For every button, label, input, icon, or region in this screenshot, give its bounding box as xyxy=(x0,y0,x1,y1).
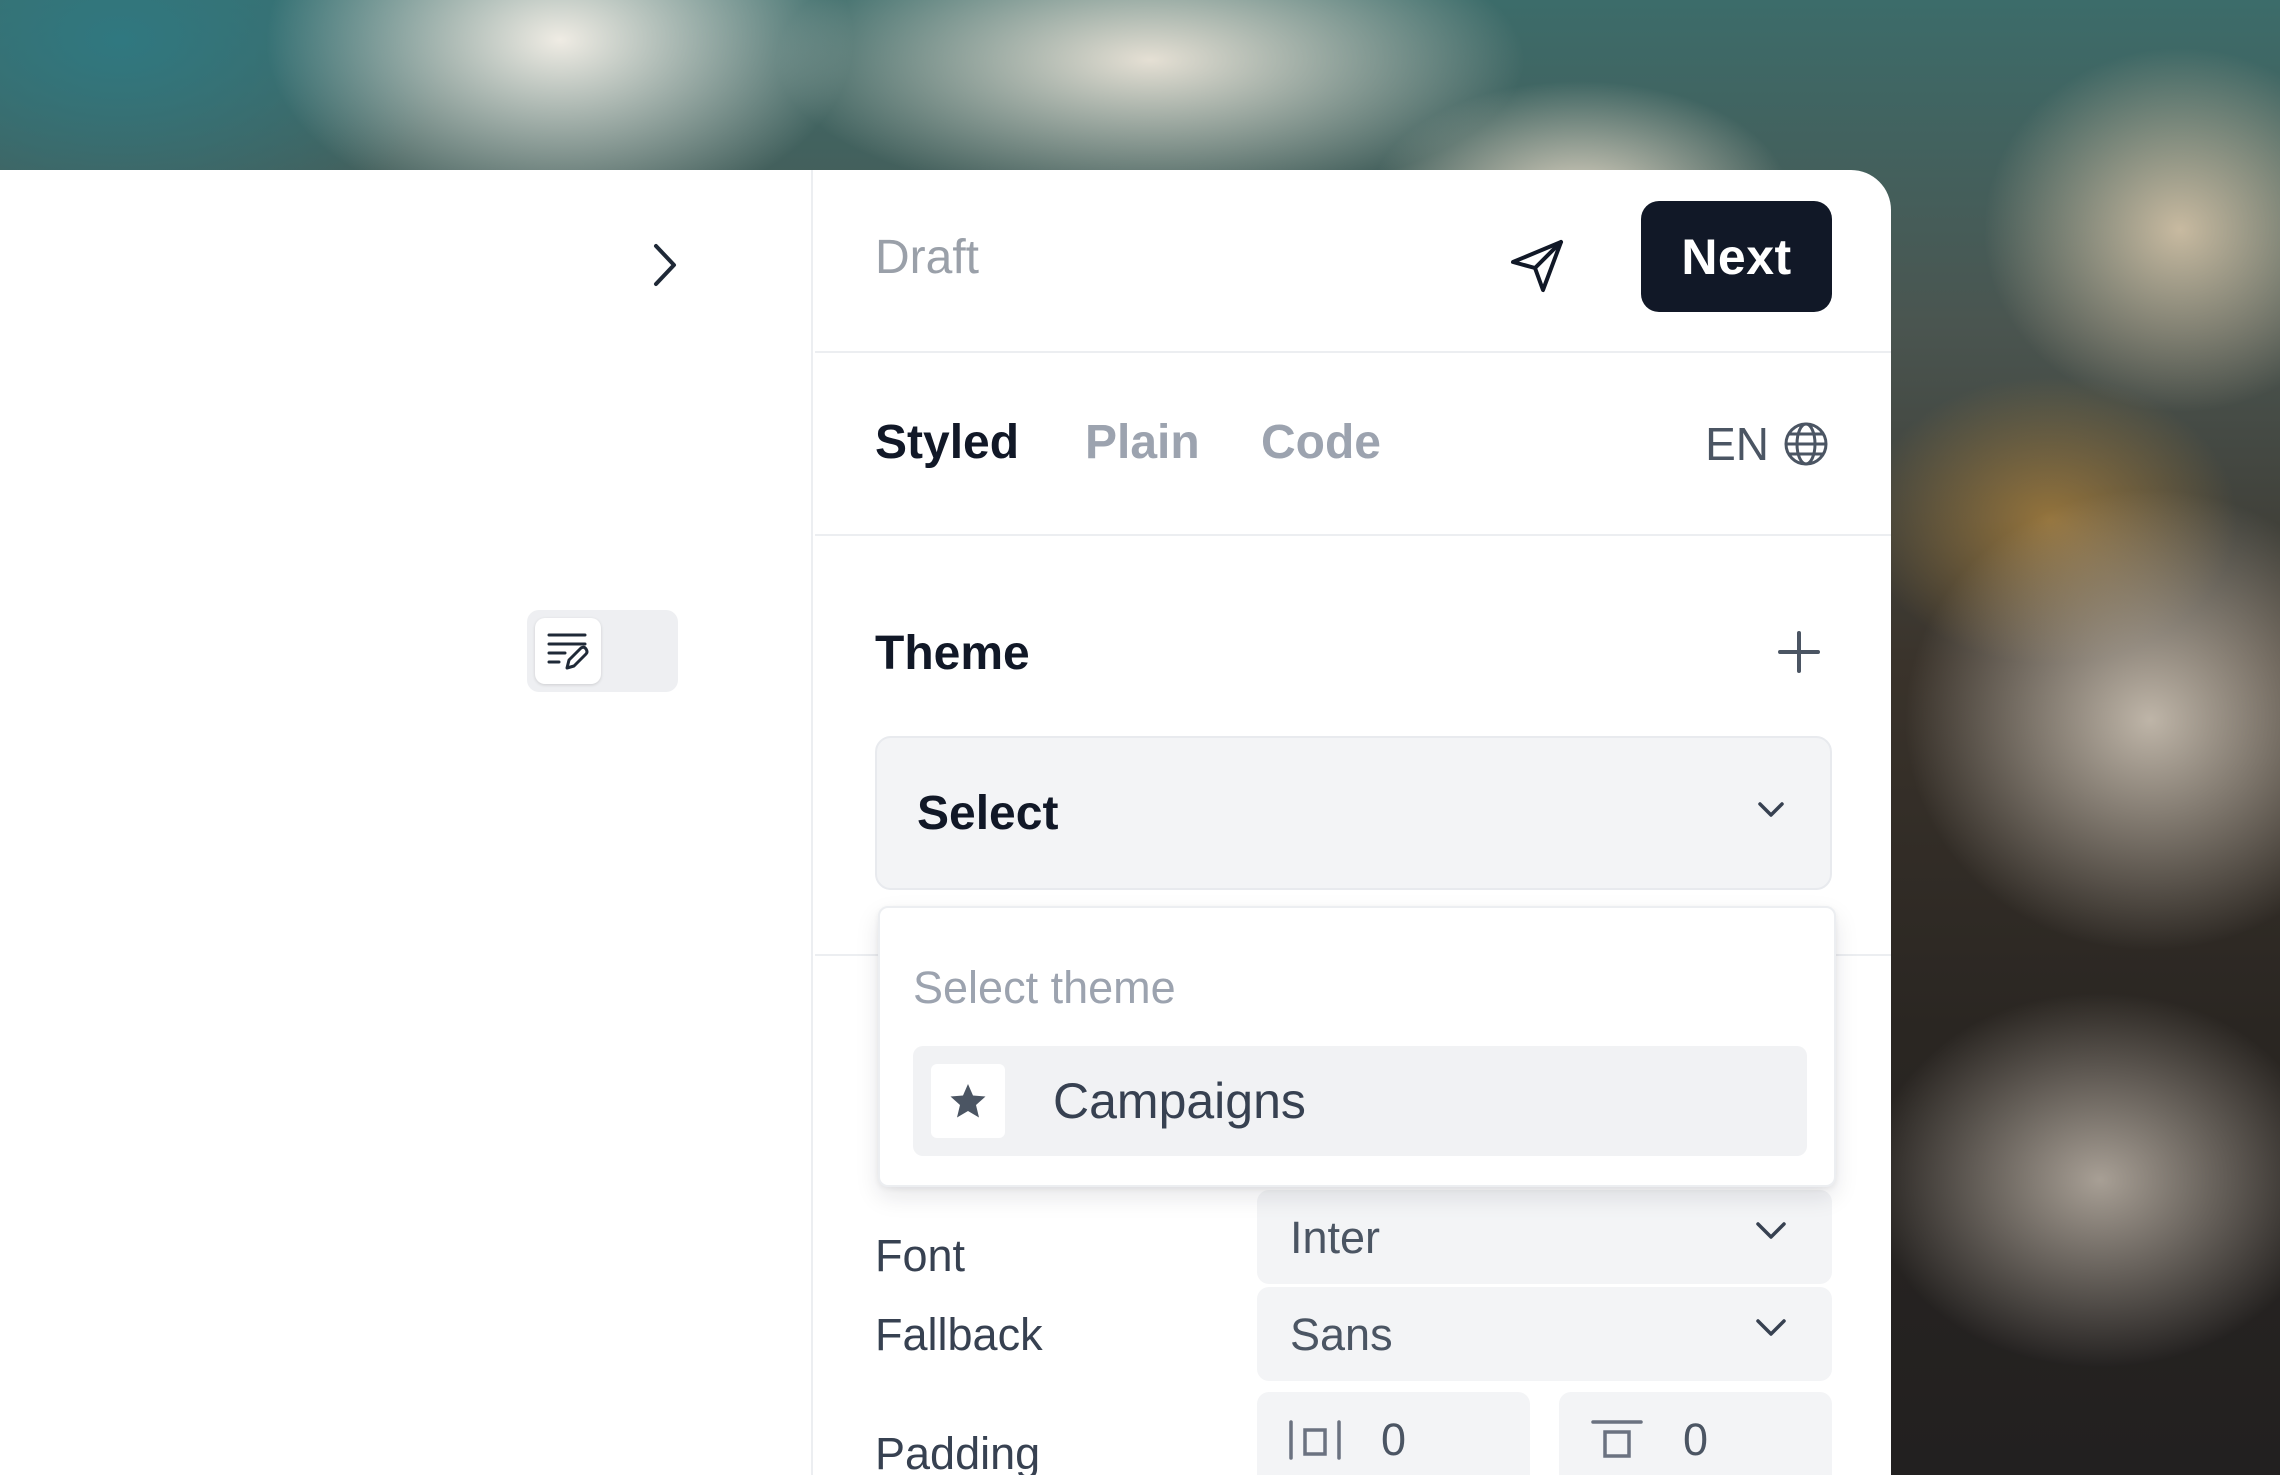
theme-popover: Select theme Campaigns xyxy=(878,906,1836,1187)
padding-vertical-icon xyxy=(1591,1420,1643,1458)
tab-plain[interactable]: Plain xyxy=(1085,415,1200,470)
expand-chevron-icon[interactable] xyxy=(648,240,682,290)
draft-status: Draft xyxy=(875,231,980,284)
font-value: Inter xyxy=(1290,1212,1381,1263)
view-tabs: Styled Plain Code EN xyxy=(815,353,1891,536)
star-icon xyxy=(931,1064,1005,1138)
theme-option-campaigns[interactable]: Campaigns xyxy=(913,1046,1807,1156)
top-bar: Draft Next xyxy=(815,170,1891,353)
send-icon[interactable] xyxy=(1505,234,1569,298)
padding-vertical-value: 0 xyxy=(1683,1414,1709,1465)
tab-code[interactable]: Code xyxy=(1261,415,1381,470)
padding-vertical-input[interactable]: 0 xyxy=(1559,1392,1832,1475)
theme-option-label: Campaigns xyxy=(1053,1073,1306,1129)
popover-heading: Select theme xyxy=(913,962,1176,1013)
settings-pane: Draft Next Styled Plain Code EN Theme Se… xyxy=(815,170,1891,1475)
theme-section: Theme Select xyxy=(815,536,1891,956)
next-button[interactable]: Next xyxy=(1641,201,1832,312)
chevron-down-icon xyxy=(1756,1319,1786,1336)
padding-row: Padding 0 0 xyxy=(875,1392,1832,1475)
padding-horizontal-value: 0 xyxy=(1381,1414,1407,1465)
fallback-value: Sans xyxy=(1290,1309,1393,1360)
chevron-down-icon xyxy=(1756,1222,1786,1239)
fallback-row: Fallback Sans xyxy=(875,1287,1832,1381)
edit-mode-toggle[interactable] xyxy=(527,610,678,692)
left-pane xyxy=(0,170,813,1475)
padding-horizontal-input[interactable]: 0 xyxy=(1257,1392,1530,1475)
language-code: EN xyxy=(1705,418,1769,470)
theme-select[interactable]: Select xyxy=(875,736,1832,890)
globe-icon xyxy=(1784,422,1828,466)
fallback-dropdown[interactable]: Sans xyxy=(1257,1287,1832,1381)
theme-select-value: Select xyxy=(917,787,1059,840)
font-label: Font xyxy=(875,1230,966,1281)
chevron-down-icon xyxy=(1758,802,1784,817)
add-theme-plus-icon[interactable] xyxy=(1771,624,1827,680)
font-dropdown[interactable]: Inter xyxy=(1257,1190,1832,1284)
theme-title: Theme xyxy=(875,627,1030,680)
editor-panel: Draft Next Styled Plain Code EN Theme Se… xyxy=(0,170,1891,1475)
edit-document-icon xyxy=(535,618,601,684)
fallback-label: Fallback xyxy=(875,1309,1043,1360)
padding-horizontal-icon xyxy=(1289,1420,1341,1460)
tab-styled[interactable]: Styled xyxy=(875,415,1019,470)
padding-label: Padding xyxy=(875,1428,1041,1475)
language-selector[interactable]: EN xyxy=(1705,417,1829,471)
